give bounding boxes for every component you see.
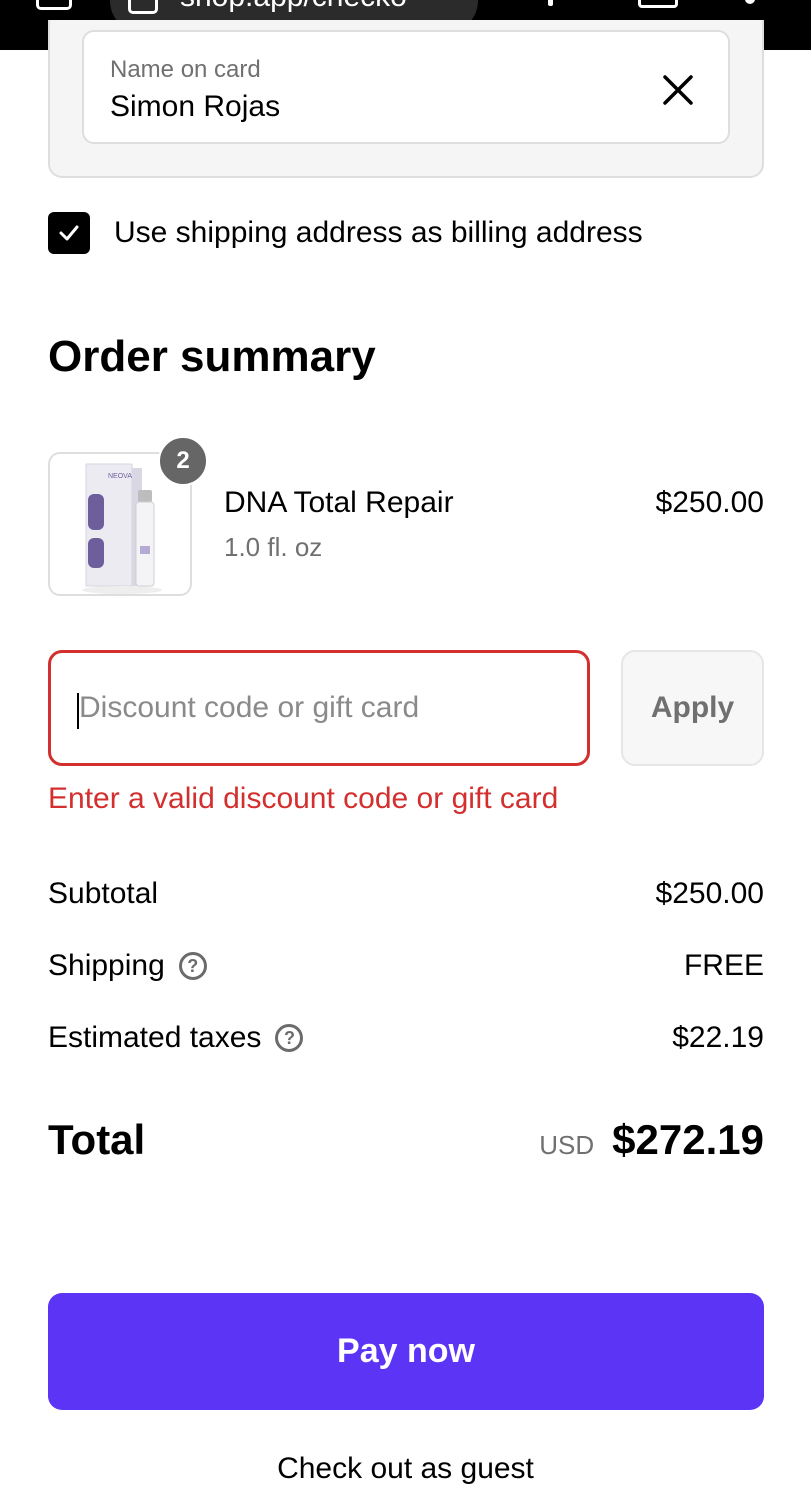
discount-input[interactable]: [51, 653, 587, 763]
discount-error-message: Enter a valid discount code or gift card: [48, 782, 559, 815]
product-variant: 1.0 fl. oz: [224, 532, 323, 562]
total-amount: $272.19: [612, 1116, 764, 1163]
site-info-icon[interactable]: [128, 0, 158, 14]
currency-code: USD: [539, 1130, 595, 1160]
taxes-value: $22.19: [672, 1021, 764, 1054]
url-text: shop.app/checko: [180, 0, 407, 14]
shipping-label: Shipping: [48, 949, 165, 982]
subtotal-value: $250.00: [655, 877, 764, 910]
discount-field[interactable]: [48, 650, 590, 766]
apply-button[interactable]: Apply: [621, 650, 764, 766]
tab-switcher-icon[interactable]: [638, 0, 678, 8]
billing-checkbox-label: Use shipping address as billing address: [114, 216, 643, 249]
quantity-badge: 2: [158, 436, 208, 486]
product-name: DNA Total Repair: [224, 486, 454, 519]
order-summary-title: Order summary: [48, 332, 376, 381]
subtotal-label: Subtotal: [48, 877, 159, 910]
product-price: $250.00: [655, 486, 764, 519]
pay-now-button[interactable]: Pay now: [48, 1293, 764, 1410]
text-caret: [77, 693, 79, 729]
more-menu-icon[interactable]: [745, 0, 755, 4]
taxes-label: Estimated taxes: [48, 1021, 262, 1054]
product-brand-mark: NEOVA: [108, 473, 132, 480]
shipping-row: Shipping ? FREE: [48, 946, 764, 986]
name-on-card-label: Name on card: [110, 56, 261, 83]
help-icon[interactable]: ?: [275, 1024, 304, 1052]
name-on-card-field[interactable]: Name on card Simon Rojas: [82, 30, 730, 144]
help-icon[interactable]: ?: [178, 952, 207, 980]
close-icon[interactable]: [658, 70, 698, 110]
checkmark-icon: [59, 225, 79, 241]
total-row: Total USD $272.19: [48, 1110, 764, 1170]
name-on-card-value[interactable]: Simon Rojas: [110, 90, 280, 124]
home-icon[interactable]: [36, 0, 72, 10]
billing-address-option[interactable]: Use shipping address as billing address: [48, 212, 643, 254]
billing-checkbox[interactable]: [48, 212, 90, 254]
taxes-row: Estimated taxes ? $22.19: [48, 1018, 764, 1058]
subtotal-row: Subtotal $250.00: [48, 874, 764, 914]
guest-checkout-link[interactable]: Check out as guest: [0, 1452, 811, 1486]
share-icon[interactable]: [548, 0, 553, 6]
shipping-value: FREE: [683, 949, 764, 982]
total-label: Total: [48, 1116, 146, 1163]
